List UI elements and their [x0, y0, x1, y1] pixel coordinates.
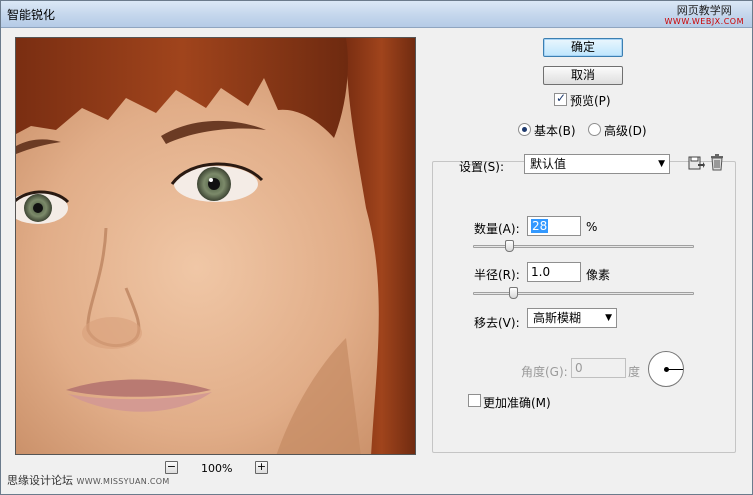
preview-image[interactable] — [15, 37, 416, 455]
remove-label: 移去(V): — [474, 316, 520, 330]
preview-checkbox[interactable] — [554, 91, 567, 106]
radius-slider-track[interactable] — [473, 292, 694, 295]
radius-value: 1.0 — [531, 265, 551, 279]
settings-group — [432, 161, 736, 453]
amount-label: 数量(A): — [474, 222, 520, 236]
settings-value: 默认值 — [530, 157, 567, 171]
advanced-radio[interactable] — [588, 123, 601, 136]
advanced-label: 高级(D) — [604, 124, 647, 138]
watermark-bottom: 思缘设计论坛 WWW.MISSYUAN.COM — [7, 472, 170, 488]
ok-button[interactable]: 确定 — [543, 38, 623, 57]
settings-label: 设置(S): — [459, 160, 505, 174]
radius-input[interactable]: 1.0 — [527, 262, 581, 282]
amount-unit: % — [586, 220, 598, 234]
angle-dial[interactable] — [648, 351, 684, 387]
watermark-top-line2: WWW.WEBJX.COM — [664, 17, 744, 26]
radius-label: 半径(R): — [474, 268, 520, 282]
basic-radio[interactable] — [518, 123, 531, 136]
cancel-button[interactable]: 取消 — [543, 66, 623, 85]
smart-sharpen-dialog: 智能锐化 网页教学网 WWW.WEBJX.COM − 100% + 思缘设计论坛… — [0, 0, 753, 495]
zoom-controls: − 100% + — [161, 461, 281, 477]
window-title: 智能锐化 — [7, 8, 56, 22]
zoom-level: 100% — [201, 462, 233, 475]
angle-label: 角度(G): — [521, 365, 568, 379]
delete-settings-icon[interactable] — [708, 153, 726, 171]
preview-label: 预览(P) — [570, 94, 611, 108]
basic-label: 基本(B) — [534, 124, 576, 138]
watermark-top-line1: 网页教学网 — [676, 4, 732, 17]
radius-unit: 像素 — [586, 268, 611, 282]
radius-slider-thumb[interactable] — [509, 287, 519, 299]
watermark-bottom-text: 思缘设计论坛 — [7, 474, 73, 487]
watermark-top: 网页教学网 WWW.WEBJX.COM — [665, 5, 744, 27]
amount-slider-thumb[interactable] — [504, 240, 514, 252]
remove-dropdown[interactable]: 高斯模糊 ▼ — [527, 308, 617, 328]
angle-value: 0 — [575, 361, 583, 375]
watermark-bottom-url: WWW.MISSYUAN.COM — [76, 477, 170, 486]
portrait-illustration — [16, 38, 415, 454]
settings-dropdown[interactable]: 默认值 ▼ — [524, 154, 670, 174]
chevron-down-icon: ▼ — [658, 159, 665, 169]
chevron-down-icon: ▼ — [605, 313, 612, 323]
angle-input[interactable]: 0 — [571, 358, 626, 378]
save-settings-icon[interactable] — [687, 154, 705, 172]
more-accurate-checkbox[interactable] — [468, 394, 481, 407]
zoom-in-button[interactable]: + — [255, 461, 268, 474]
angle-unit: 度 — [628, 365, 641, 379]
title-bar[interactable]: 智能锐化 网页教学网 WWW.WEBJX.COM — [1, 1, 752, 28]
amount-input[interactable]: 28 — [527, 216, 581, 236]
amount-value: 28 — [531, 219, 549, 233]
more-accurate-label: 更加准确(M) — [483, 396, 551, 410]
remove-value: 高斯模糊 — [533, 311, 582, 325]
